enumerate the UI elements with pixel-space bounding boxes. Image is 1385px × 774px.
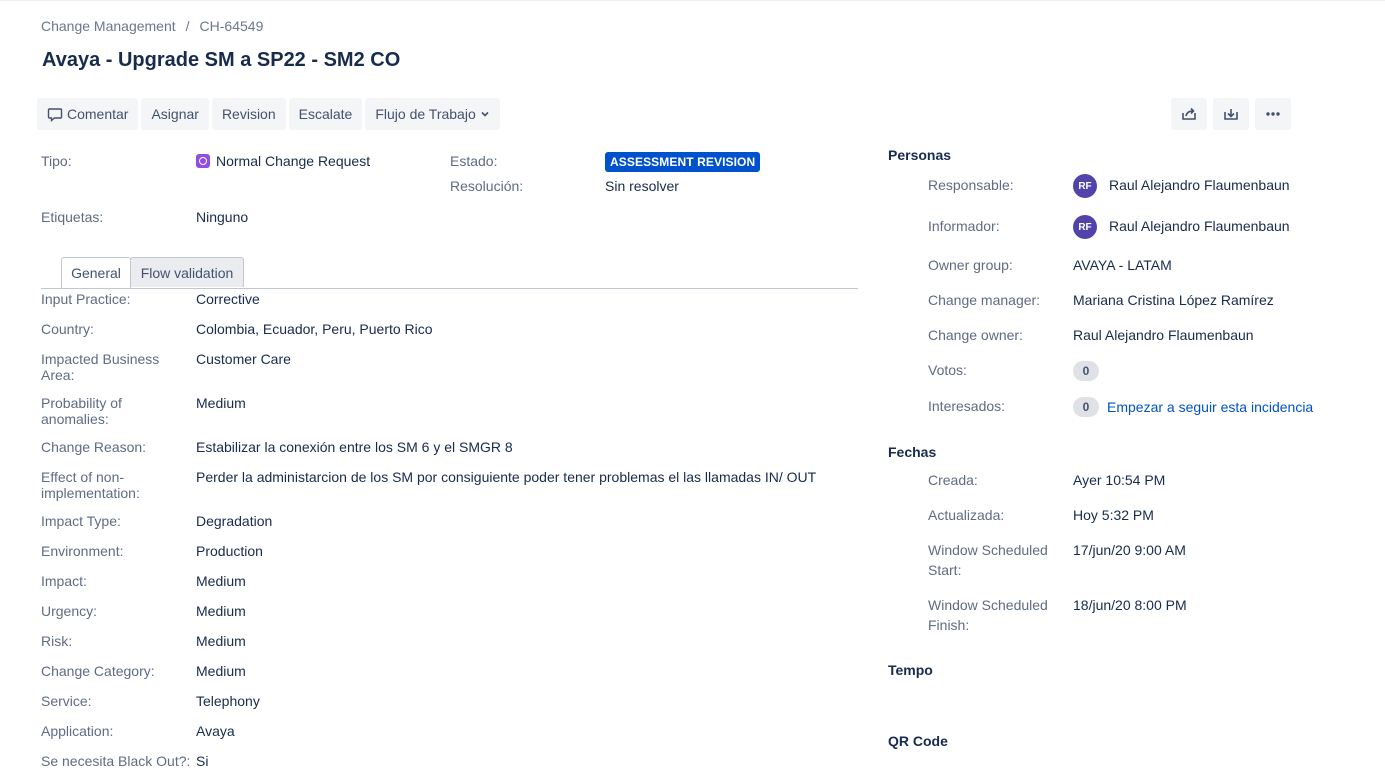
- tab-general[interactable]: General: [61, 257, 131, 288]
- updated-value: Hoy 5:32 PM: [1073, 507, 1154, 523]
- watchers-count-badge[interactable]: 0: [1073, 397, 1099, 417]
- labels-label: Etiquetas:: [41, 209, 104, 225]
- field-label: Impacted Business Area:: [41, 351, 160, 383]
- change-owner-value: Raul Alejandro Flaumenbaun: [1073, 327, 1254, 343]
- tempo-section-title[interactable]: Tempo: [888, 662, 933, 678]
- field-label: Change Category:: [41, 663, 155, 679]
- custom-fields-tabs: General Flow validation: [41, 257, 858, 289]
- chevron-down-icon: [481, 111, 489, 117]
- assignee-label: Responsable:: [928, 177, 1014, 193]
- share-button[interactable]: [1171, 98, 1207, 130]
- field-label: Service:: [41, 693, 92, 709]
- share-icon: [1182, 107, 1196, 120]
- reporter-avatar[interactable]: RF: [1073, 215, 1097, 239]
- reporter-name[interactable]: Raul Alejandro Flaumenbaun: [1109, 218, 1290, 234]
- right-toolbar: [1171, 98, 1291, 130]
- updated-label: Actualizada:: [928, 507, 1005, 523]
- type-value: Normal Change Request: [196, 153, 370, 169]
- window-start-label: Window Scheduled Start:: [928, 542, 1048, 578]
- window-finish-value: 18/jun/20 8:00 PM: [1073, 597, 1187, 613]
- more-icon: [1266, 112, 1280, 116]
- tab-flow-validation[interactable]: Flow validation: [130, 257, 244, 287]
- votes-count-badge[interactable]: 0: [1073, 361, 1099, 381]
- assignee-avatar[interactable]: RF: [1073, 174, 1097, 198]
- field-label: Risk:: [41, 633, 73, 649]
- status-badge[interactable]: ASSESSMENT REVISION: [605, 152, 761, 172]
- type-label: Tipo:: [41, 153, 72, 169]
- change-manager-value: Mariana Cristina López Ramírez: [1073, 292, 1274, 308]
- field-value: Si: [196, 753, 209, 769]
- field-value: Telephony: [196, 693, 260, 709]
- owner-group-value: AVAYA - LATAM: [1073, 257, 1172, 273]
- window-finish-label: Window Scheduled Finish:: [928, 597, 1048, 633]
- resolution-label: Resolución:: [450, 178, 524, 194]
- breadcrumb: Change Management / CH-64549: [41, 18, 263, 34]
- workflow-dropdown-label: Flujo de Trabajo: [375, 106, 476, 122]
- export-button[interactable]: [1213, 98, 1249, 130]
- votes-label: Votos:: [928, 362, 967, 378]
- breadcrumb-separator: /: [185, 18, 190, 34]
- field-value: Estabilizar la conexión entre los SM 6 y…: [196, 439, 513, 455]
- status-label: Estado:: [450, 153, 498, 169]
- assign-button-label: Asignar: [151, 106, 199, 122]
- revision-button-label: Revision: [221, 106, 276, 122]
- page-title: Avaya - Upgrade SM a SP22 - SM2 CO: [42, 49, 401, 71]
- watchers-label: Interesados:: [928, 398, 1006, 414]
- owner-group-label: Owner group:: [928, 257, 1013, 273]
- field-value: Medium: [196, 395, 246, 411]
- top-divider: [0, 0, 1385, 1]
- breadcrumb-issue-link[interactable]: CH-64549: [200, 18, 264, 34]
- field-value: Colombia, Ecuador, Peru, Puerto Rico: [196, 321, 433, 337]
- download-icon: [1224, 109, 1238, 120]
- workflow-dropdown[interactable]: Flujo de Trabajo: [365, 98, 500, 130]
- field-value: Medium: [196, 603, 246, 619]
- labels-value: Ninguno: [196, 209, 249, 225]
- field-label: Effect of non-implementation:: [41, 469, 140, 501]
- comment-button[interactable]: Comentar: [37, 98, 139, 130]
- escalate-button-label: Escalate: [298, 106, 353, 122]
- type-value-text: Normal Change Request: [216, 153, 371, 169]
- revision-button[interactable]: Revision: [211, 98, 286, 130]
- field-value: Medium: [196, 633, 246, 649]
- escalate-button[interactable]: Escalate: [288, 98, 363, 130]
- more-actions-button[interactable]: [1255, 98, 1291, 130]
- field-value: Degradation: [196, 513, 273, 529]
- field-label: Se necesita Black Out?:: [41, 753, 191, 769]
- field-label: Country:: [41, 321, 94, 337]
- issue-toolbar: Comentar Asignar Revision Escalate Flujo…: [37, 98, 500, 130]
- field-value: Medium: [196, 573, 246, 589]
- comment-button-label: Comentar: [67, 106, 129, 122]
- qr-code-section-title[interactable]: QR Code: [888, 733, 948, 749]
- field-label: Urgency:: [41, 603, 98, 619]
- change-owner-label: Change owner:: [928, 327, 1023, 343]
- assignee-name[interactable]: Raul Alejandro Flaumenbaun: [1109, 177, 1290, 193]
- watch-issue-link[interactable]: Empezar a seguir esta incidencia: [1107, 399, 1313, 415]
- field-label: Change Reason:: [41, 439, 147, 455]
- created-label: Creada:: [928, 472, 978, 488]
- breadcrumb-project-link[interactable]: Change Management: [41, 18, 176, 34]
- field-label: Impact:: [41, 573, 87, 589]
- field-label: Probability of anomalies:: [41, 395, 122, 427]
- field-value: Medium: [196, 663, 246, 679]
- field-value: Corrective: [196, 291, 260, 307]
- field-label: Impact Type:: [41, 513, 121, 529]
- field-value: Perder la administarcion de los SM por c…: [196, 469, 817, 485]
- field-value: Customer Care: [196, 351, 291, 367]
- assign-button[interactable]: Asignar: [141, 98, 209, 130]
- created-value: Ayer 10:54 PM: [1073, 472, 1166, 488]
- change-manager-label: Change manager:: [928, 292, 1041, 308]
- change-request-icon: [196, 154, 210, 168]
- field-value: Avaya: [196, 723, 235, 739]
- reporter-label: Informador:: [928, 218, 1000, 234]
- window-start-value: 17/jun/20 9:00 AM: [1073, 542, 1186, 558]
- comment-icon: [47, 108, 63, 122]
- field-label: Environment:: [41, 543, 124, 559]
- resolution-value: Sin resolver: [605, 178, 679, 194]
- field-value: Production: [196, 543, 263, 559]
- field-label: Input Practice:: [41, 291, 131, 307]
- people-section-title: Personas: [888, 147, 952, 163]
- dates-section-title: Fechas: [888, 444, 937, 460]
- field-label: Application:: [41, 723, 114, 739]
